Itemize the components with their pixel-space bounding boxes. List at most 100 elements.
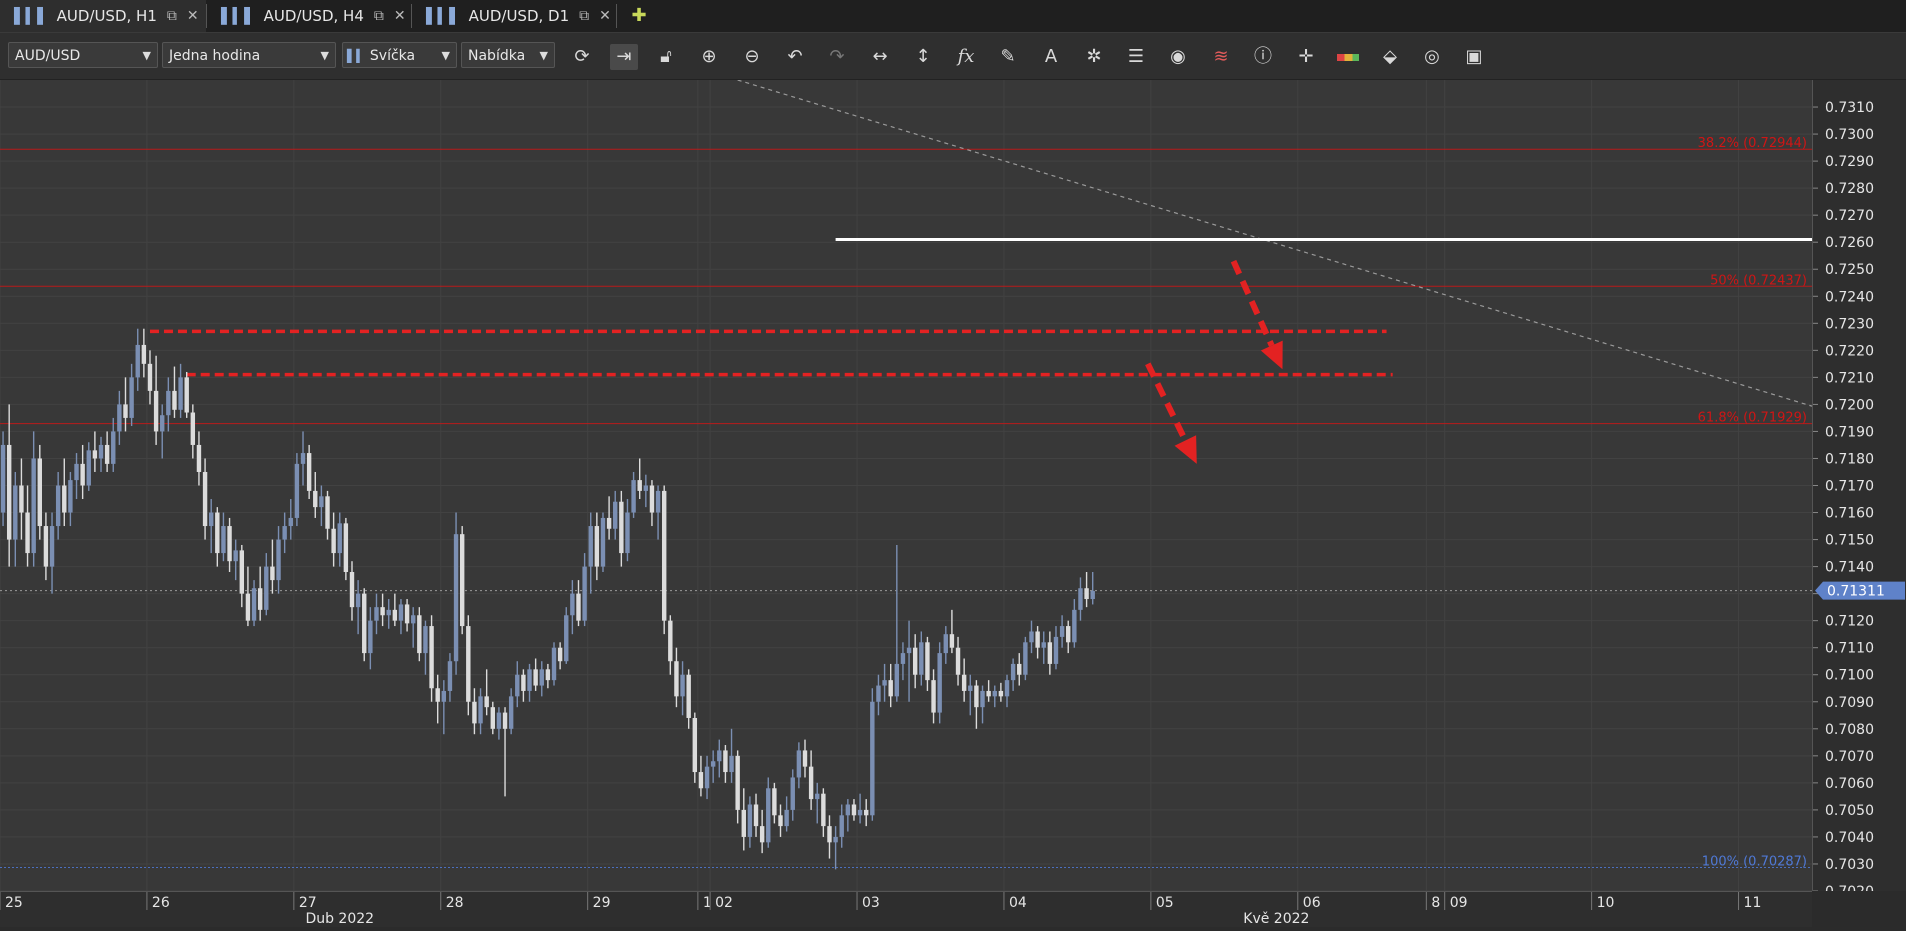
candle	[1004, 674, 1010, 708]
refresh-icon[interactable]: ⟳	[568, 44, 596, 70]
y-tick-label: 0.7190	[1825, 424, 1874, 440]
candle	[331, 512, 336, 567]
timeframe-select[interactable]: Jedna hodina ▼	[162, 42, 336, 68]
fibonacci-level-label: 38.2% (0.72944)	[1698, 136, 1807, 151]
layers-icon[interactable]: ☰	[1122, 44, 1150, 70]
candle-body	[796, 750, 802, 778]
price-side-select[interactable]: Nabídka ▼	[461, 42, 555, 68]
reset-icon[interactable]: ◎	[1418, 44, 1446, 70]
y-tick-label: 0.7310	[1825, 100, 1874, 116]
candle-body	[196, 444, 202, 472]
candle-body	[1017, 663, 1022, 675]
time-axis[interactable]: 25 26 27 28 29 1 02 03 04 05 06 8 09 10 11 Dub 2022 Kvě …	[0, 891, 1812, 927]
y-tick-label: 0.7290	[1825, 154, 1874, 170]
unlock-icon[interactable]: 🔓︎	[652, 44, 680, 70]
paint-icon[interactable]: ⬙	[1376, 44, 1404, 70]
candle	[92, 431, 98, 472]
candle	[980, 685, 985, 724]
candle	[178, 363, 183, 418]
chart-type-select[interactable]: ▌▍ Svíčka ▼	[342, 42, 457, 68]
candle-body	[870, 701, 875, 816]
candle	[661, 485, 667, 635]
candle	[380, 593, 385, 627]
detach-icon[interactable]: ⧉	[167, 8, 177, 24]
candle-body	[613, 501, 618, 529]
detach-icon[interactable]: ⧉	[374, 8, 384, 24]
trade-levels-icon[interactable]: ≋	[1207, 44, 1235, 70]
tab-audusd-h4[interactable]: ▌▍▌ AUD/USD, H4 ⧉ ✕	[207, 0, 411, 32]
candle-body	[37, 458, 42, 527]
candle	[325, 490, 330, 540]
add-chart-tab-icon[interactable]: ✚	[628, 5, 650, 27]
pencil-icon[interactable]: ✎	[994, 44, 1022, 70]
candle	[129, 363, 134, 427]
eye-icon[interactable]: ◉	[1164, 44, 1192, 70]
close-icon[interactable]: ✕	[599, 8, 611, 24]
horizontal-scale-icon[interactable]: ↔	[866, 44, 894, 70]
down-arrow	[1230, 259, 1283, 370]
price-axis[interactable]: 0.7310 0.7300 0.7290 0.7280 0.7270 0.7260 0.72…	[1812, 80, 1906, 900]
symbol-select[interactable]: AUD/USD ▼	[8, 42, 158, 68]
candle-body	[25, 512, 30, 554]
candle-body	[686, 674, 691, 718]
close-icon[interactable]: ✕	[394, 8, 406, 24]
candle-body	[545, 669, 551, 681]
candle	[190, 404, 196, 459]
undo-icon[interactable]: ↶	[781, 44, 809, 70]
detach-icon[interactable]: ⧉	[579, 8, 589, 24]
candle	[741, 788, 746, 851]
candle-body	[741, 809, 746, 837]
candle-body	[31, 458, 36, 554]
color-bar-icon[interactable]	[1334, 44, 1362, 70]
candle	[1090, 572, 1095, 605]
autoscroll-icon[interactable]: ⇥	[610, 44, 638, 70]
save-icon[interactable]: ▣	[1460, 44, 1488, 70]
chevron-down-icon: ▼	[441, 49, 450, 62]
x-tick-label: 05	[1156, 895, 1174, 911]
candle-body	[453, 534, 459, 662]
tab-audusd-h1[interactable]: ▌▍▌ AUD/USD, H1 ⧉ ✕	[0, 0, 206, 32]
candle	[411, 607, 416, 648]
candle	[821, 788, 826, 837]
candle-body	[178, 377, 183, 410]
candle-body	[894, 663, 900, 697]
candle-body	[398, 604, 404, 621]
info-icon[interactable]: ⓘ	[1249, 44, 1277, 70]
candle-body	[649, 485, 655, 513]
candle-body	[141, 344, 147, 364]
candle	[533, 658, 538, 691]
candle-body	[215, 512, 220, 554]
candle-body	[74, 463, 79, 481]
y-tick-label: 0.7140	[1825, 560, 1874, 576]
candle-body	[49, 526, 55, 567]
vertical-scale-icon[interactable]: ↕	[909, 44, 937, 70]
zoom-in-icon[interactable]: ⊕	[695, 44, 723, 70]
candle-body	[404, 604, 410, 624]
price-axis-scale: 0.7310 0.7300 0.7290 0.7280 0.7270 0.7260 0.72…	[1813, 100, 1905, 900]
redo-icon[interactable]: ↷	[823, 44, 851, 70]
candle	[227, 517, 232, 573]
zoom-out-icon[interactable]: ⊖	[738, 44, 766, 70]
chart-tab-bar: ▌▍▌ AUD/USD, H1 ⧉ ✕ ▌▍▌ AUD/USD, H4 ⧉ ✕ …	[0, 0, 1906, 33]
candle-body	[337, 523, 342, 554]
x-tick-label: 8	[1431, 895, 1440, 911]
tab-label: AUD/USD, D1	[468, 7, 570, 25]
candle	[49, 512, 55, 594]
candle-body	[386, 609, 391, 616]
month-label: Kvě 2022	[1243, 911, 1309, 927]
candle-body	[637, 480, 642, 491]
candle	[619, 490, 624, 567]
candle	[282, 512, 287, 554]
candle	[141, 328, 147, 378]
text-icon[interactable]: A	[1037, 44, 1065, 70]
chart-plot-area[interactable]: 38.2% (0.72944) 50% (0.72437) 61.8% (0.719…	[0, 79, 1816, 892]
candle	[882, 663, 887, 702]
crosshair-icon[interactable]: ✛	[1292, 44, 1320, 70]
candle	[472, 688, 477, 735]
y-tick-label: 0.7110	[1825, 641, 1874, 657]
indicator-fx-icon[interactable]: fx	[952, 44, 980, 70]
objects-icon[interactable]: ✲	[1080, 44, 1108, 70]
candle	[606, 496, 612, 540]
close-icon[interactable]: ✕	[187, 8, 199, 24]
tab-audusd-d1[interactable]: ▌▍▌ AUD/USD, D1 ⧉ ✕	[412, 0, 616, 32]
